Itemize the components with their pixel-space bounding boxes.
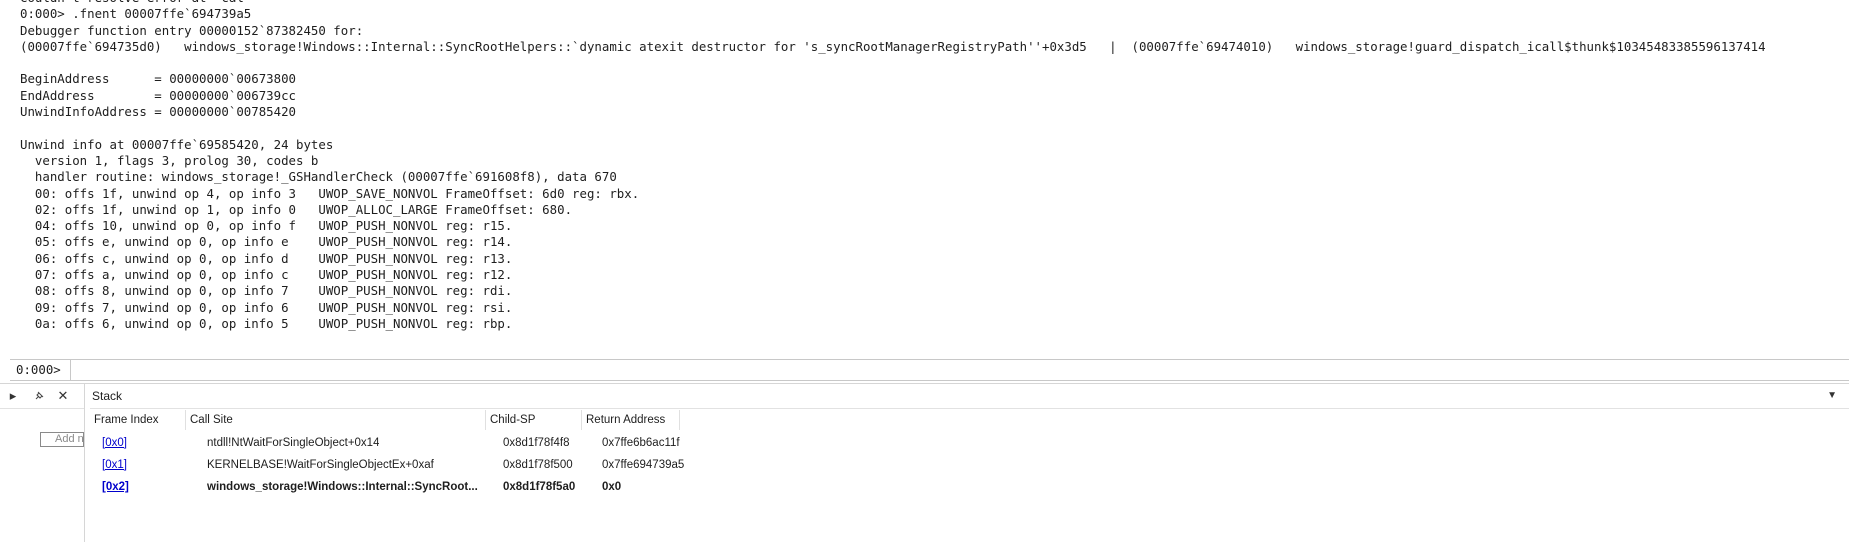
- call-site: ntdll!NtWaitForSingleObject+0x14: [207, 437, 380, 449]
- console-line: UnwindInfoAddress = 00000000`00785420: [20, 104, 297, 120]
- console-line: Unwind info at 00007ffe`69585420, 24 byt…: [20, 136, 334, 152]
- console-line: 00: offs 1f, unwind op 4, op info 3 UWOP…: [20, 185, 640, 201]
- collapse-arrow-icon[interactable]: ▸: [4, 387, 22, 405]
- console-line: BeginAddress = 00000000`00673800: [20, 71, 297, 87]
- console-line: 06: offs c, unwind op 0, op info d UWOP_…: [20, 250, 513, 266]
- call-site: windows_storage!Windows::Internal::SyncR…: [207, 481, 478, 493]
- stack-row[interactable]: [0x1] KERNELBASE!WaitForSingleObjectEx+0…: [90, 454, 790, 476]
- command-bar: 0:000>: [10, 359, 1849, 381]
- console-line: handler routine: windows_storage!_GSHand…: [20, 169, 617, 185]
- column-return-address[interactable]: Return Address: [582, 410, 680, 430]
- add-watch-input[interactable]: Add n: [40, 432, 84, 447]
- console-line: 09: offs 7, unwind op 0, op info 6 UWOP_…: [20, 299, 513, 315]
- chevron-down-icon[interactable]: ▼: [1827, 390, 1837, 401]
- stack-pane-header: Stack ▼: [90, 384, 1849, 409]
- column-child-sp[interactable]: Child-SP: [486, 410, 582, 430]
- command-output-text: Couldn't resolve error at 'cal0:000> .fn…: [0, 0, 1766, 332]
- frame-index-link[interactable]: [0x2]: [102, 476, 129, 498]
- console-line: 05: offs e, unwind op 0, op info e UWOP_…: [20, 234, 513, 250]
- watch-pane-toolbar: ▸ ✕: [0, 384, 84, 409]
- stack-row-current[interactable]: [0x2] windows_storage!Windows::Internal:…: [90, 476, 790, 498]
- command-prompt: 0:000>: [16, 362, 61, 377]
- child-sp: 0x8d1f78f5a0: [503, 481, 576, 493]
- return-address: 0x7ffe694739a5: [602, 459, 685, 471]
- child-sp: 0x8d1f78f500: [503, 459, 573, 471]
- child-sp: 0x8d1f78f4f8: [503, 437, 570, 449]
- stack-pane: Stack ▼ Frame Index Call Site Child-SP R…: [90, 384, 1849, 542]
- call-site: KERNELBASE!WaitForSingleObjectEx+0xaf: [207, 459, 434, 471]
- command-input[interactable]: [70, 360, 1849, 380]
- frame-index-link[interactable]: [0x1]: [102, 454, 127, 476]
- console-line: 07: offs a, unwind op 0, op info c UWOP_…: [20, 267, 513, 283]
- console-line: Debugger function entry 00000152`8738245…: [20, 22, 364, 38]
- console-line: version 1, flags 3, prolog 30, codes b: [20, 152, 319, 168]
- lower-panels: ▸ ✕ Add n Stack ▼ Frame Index Call Site …: [0, 383, 1849, 542]
- watch-pane: ▸ ✕ Add n: [0, 384, 85, 542]
- console-line: (00007ffe`694735d0) windows_storage!Wind…: [20, 38, 1766, 54]
- frame-index-link[interactable]: [0x0]: [102, 432, 127, 454]
- command-output-window: Couldn't resolve error at 'cal0:000> .fn…: [0, 0, 1849, 355]
- stack-pane-title: Stack: [92, 389, 123, 403]
- column-frame-index[interactable]: Frame Index: [90, 410, 186, 430]
- stack-row[interactable]: [0x0] ntdll!NtWaitForSingleObject+0x14 0…: [90, 432, 790, 454]
- pin-icon[interactable]: [30, 387, 48, 405]
- console-line: 02: offs 1f, unwind op 1, op info 0 UWOP…: [20, 201, 573, 217]
- console-line: 0a: offs 6, unwind op 0, op info 5 UWOP_…: [20, 315, 513, 331]
- console-line: 0:000> .fnent 00007ffe`694739a5: [20, 6, 252, 22]
- column-call-site[interactable]: Call Site: [186, 410, 486, 430]
- close-icon[interactable]: ✕: [54, 387, 72, 405]
- return-address: 0x7ffe6b6ac11f: [602, 437, 680, 449]
- console-line: 04: offs 10, unwind op 0, op info f UWOP…: [20, 218, 513, 234]
- return-address: 0x0: [602, 481, 622, 493]
- console-line: EndAddress = 00000000`006739cc: [20, 87, 297, 103]
- console-line: 08: offs 8, unwind op 0, op info 7 UWOP_…: [20, 283, 513, 299]
